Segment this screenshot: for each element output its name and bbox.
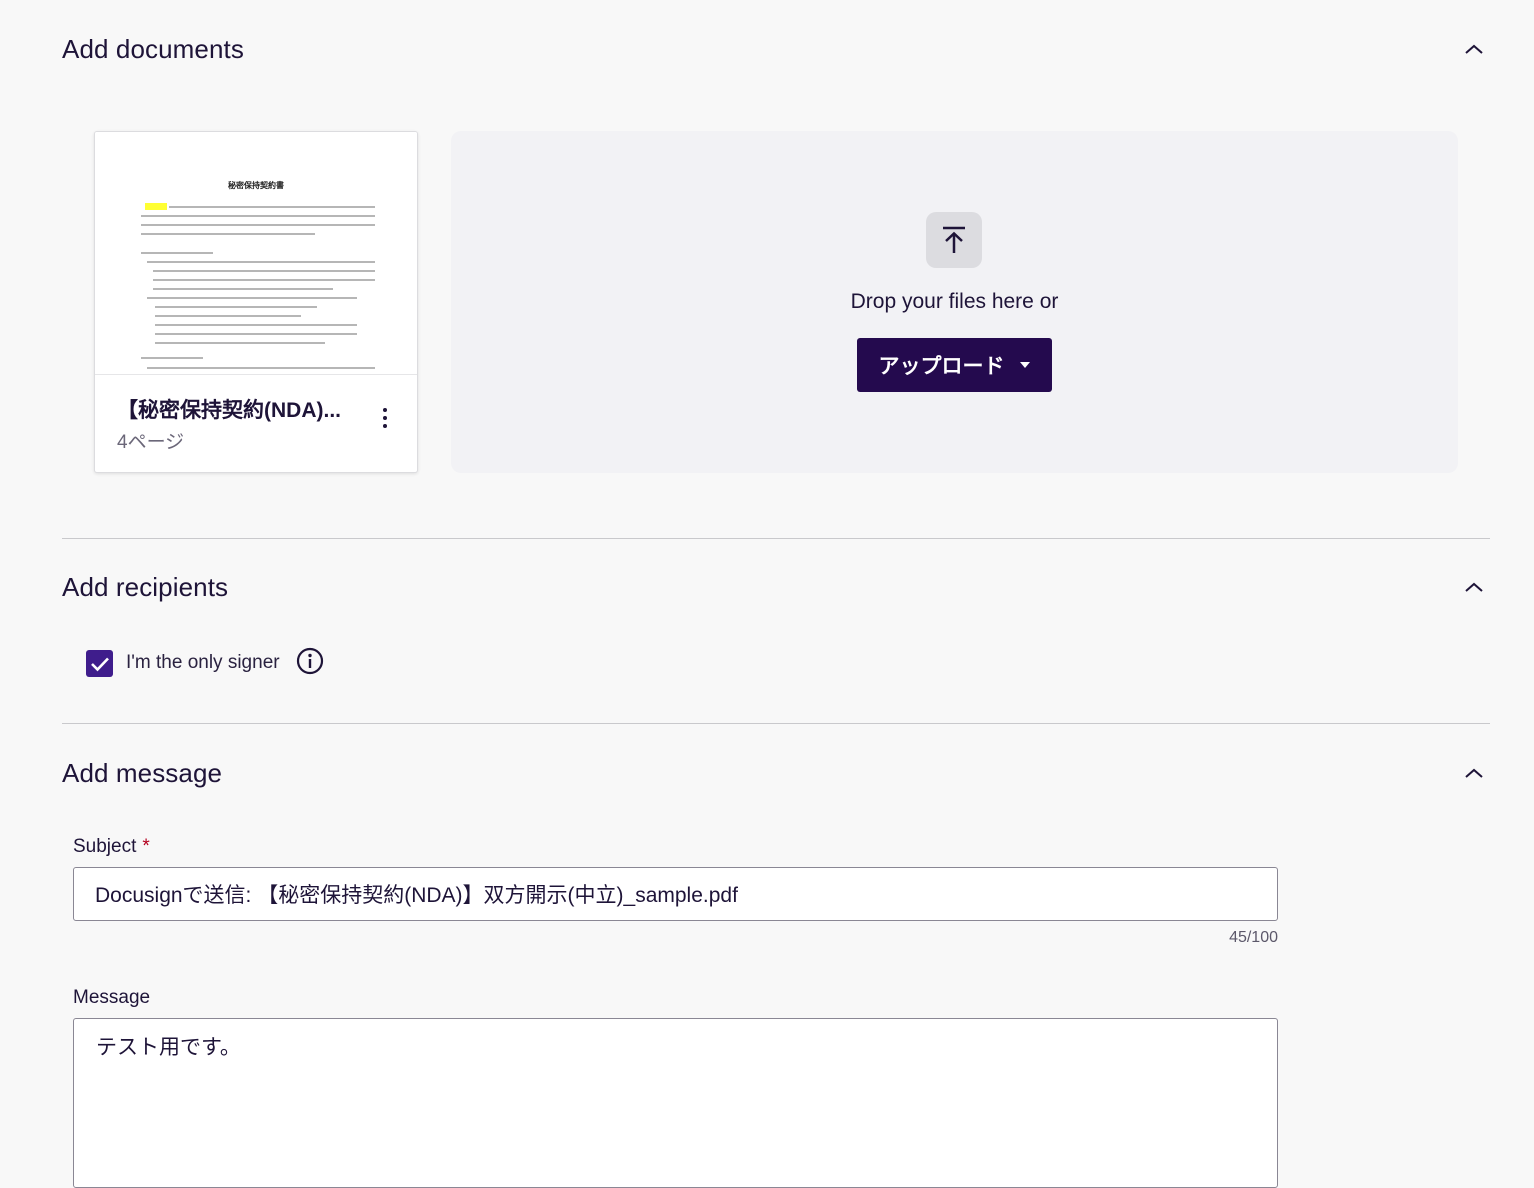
subject-input-value: Docusignで送信: 【秘密保持契約(NDA)】双方開示(中立)_sampl… <box>95 884 738 907</box>
subject-input[interactable]: Docusignで送信: 【秘密保持契約(NDA)】双方開示(中立)_sampl… <box>73 867 1278 921</box>
drop-files-text: Drop your files here or <box>850 290 1059 313</box>
kebab-dot-icon <box>383 424 387 428</box>
recipients-section-title: Add recipients <box>62 571 229 602</box>
subject-label-text: Subject <box>73 836 137 857</box>
document-name: 【秘密保持契約(NDA)... <box>117 399 341 422</box>
upload-button-label: アップロード <box>878 355 1005 378</box>
document-card[interactable]: 秘密保持契約書 【秘密保持契約(NDA)... 4ページ <box>94 131 418 473</box>
message-textarea[interactable]: テスト用です。 <box>73 1018 1278 1188</box>
subject-char-count: 45/100 <box>1229 929 1278 946</box>
checkmark-icon <box>90 657 109 671</box>
info-icon[interactable] <box>296 647 324 675</box>
recipients-collapse-button[interactable] <box>1458 571 1490 603</box>
document-more-options-button[interactable] <box>371 400 399 436</box>
chevron-up-icon <box>1465 44 1483 54</box>
document-thumbnail: 秘密保持契約書 <box>95 132 417 375</box>
kebab-dot-icon <box>383 416 387 420</box>
chevron-up-icon <box>1465 768 1483 778</box>
documents-section-header: Add documents <box>62 29 1490 69</box>
documents-section-title: Add documents <box>62 33 244 64</box>
message-collapse-button[interactable] <box>1458 757 1490 789</box>
section-divider <box>62 723 1490 724</box>
chevron-up-icon <box>1465 582 1483 592</box>
message-section-header: Add message <box>62 753 1490 793</box>
required-mark: * <box>142 836 150 857</box>
only-signer-label: I'm the only signer <box>126 652 280 673</box>
only-signer-checkbox[interactable] <box>86 650 113 677</box>
upload-icon-box <box>926 212 982 268</box>
documents-collapse-button[interactable] <box>1458 33 1490 65</box>
kebab-dot-icon <box>383 408 387 412</box>
document-page-count: 4ページ <box>117 432 185 453</box>
recipients-section-header: Add recipients <box>62 567 1490 607</box>
message-label: Message <box>73 987 151 1008</box>
subject-label: Subject * <box>73 836 150 858</box>
file-drop-zone[interactable]: Drop your files here or アップロード <box>451 131 1458 473</box>
thumbnail-text-lines <box>141 203 375 369</box>
message-section-title: Add message <box>62 757 223 788</box>
upload-button[interactable]: アップロード <box>857 338 1052 392</box>
message-textarea-value: テスト用です。 <box>96 1036 241 1059</box>
upload-arrow-icon <box>943 226 965 253</box>
section-divider <box>62 538 1490 539</box>
caret-down-icon <box>1019 362 1030 368</box>
